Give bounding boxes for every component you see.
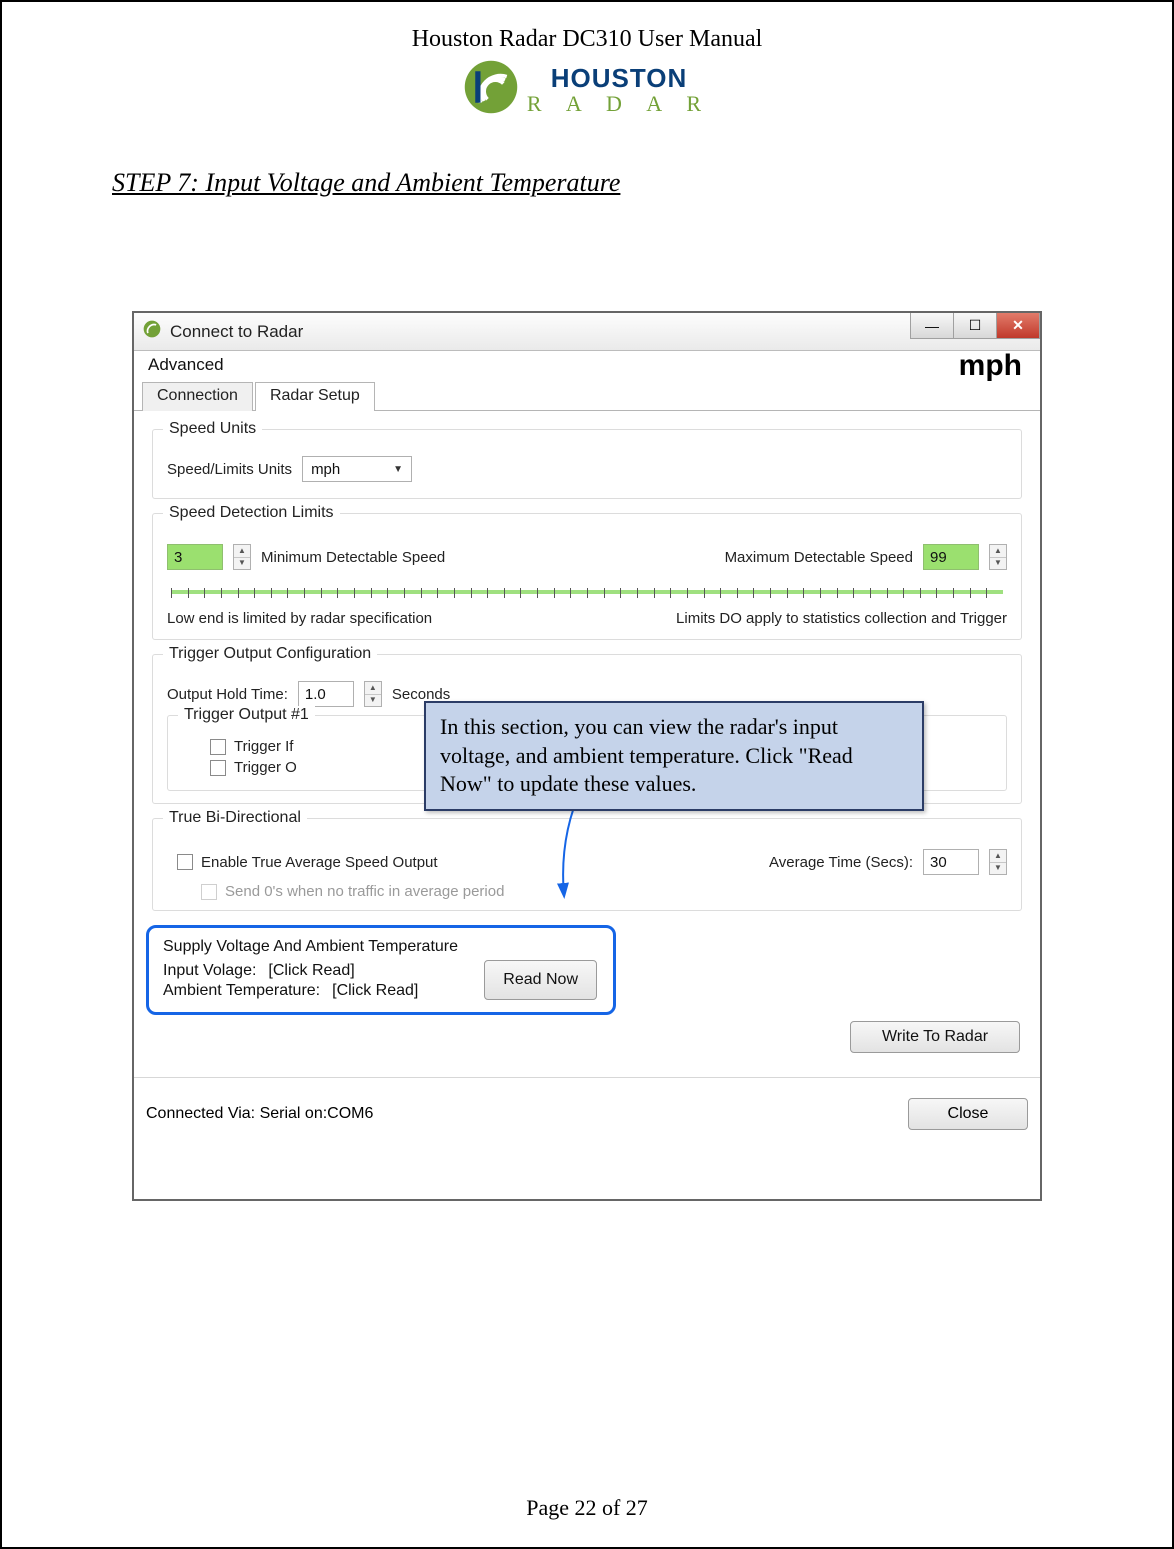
- hold-time-unit: Seconds: [392, 686, 450, 703]
- enable-true-avg-checkbox[interactable]: [177, 854, 193, 870]
- ambient-temp-label: Ambient Temperature:: [163, 982, 320, 1000]
- close-window-button[interactable]: ✕: [996, 313, 1040, 339]
- avg-time-stepper[interactable]: ▲▼: [989, 849, 1007, 875]
- app-window: Connect to Radar — ☐ ✕ Advanced mph Conn…: [132, 311, 1042, 1201]
- document-title: Houston Radar DC310 User Manual: [2, 26, 1172, 53]
- maximize-button[interactable]: ☐: [953, 313, 997, 339]
- maximize-icon: ☐: [969, 317, 982, 334]
- group-title: Trigger Output #1: [178, 706, 315, 724]
- send-zeros-label: Send 0's when no traffic in average peri…: [225, 883, 504, 900]
- radar-logo-icon: [463, 59, 519, 120]
- speed-units-label: Speed/Limits Units: [167, 461, 292, 478]
- max-speed-stepper[interactable]: ▲▼: [989, 544, 1007, 570]
- trigger1-label-b: Trigger O: [234, 759, 297, 776]
- detection-note-left: Low end is limited by radar specificatio…: [167, 610, 432, 627]
- max-speed-input[interactable]: 99: [923, 544, 979, 570]
- chevron-up-icon: ▲: [365, 682, 381, 695]
- speed-units-value: mph: [311, 461, 340, 478]
- min-speed-value: 3: [174, 549, 182, 566]
- avg-time-value: 30: [930, 854, 947, 871]
- supply-group-title: Supply Voltage And Ambient Temperature: [163, 938, 599, 956]
- max-speed-value: 99: [930, 549, 947, 566]
- chevron-up-icon: ▲: [234, 545, 250, 558]
- close-button[interactable]: Close: [908, 1098, 1028, 1130]
- ambient-temp-value: [Click Read]: [332, 982, 418, 1000]
- chevron-down-icon: ▼: [393, 464, 403, 475]
- chevron-down-icon: ▼: [234, 558, 250, 570]
- min-speed-input[interactable]: 3: [167, 544, 223, 570]
- avg-time-label: Average Time (Secs):: [769, 854, 913, 871]
- menu-advanced[interactable]: Advanced: [148, 355, 224, 374]
- step-heading: STEP 7: Input Voltage and Ambient Temper…: [112, 168, 1172, 198]
- detection-note-right: Limits DO apply to statistics collection…: [676, 610, 1007, 627]
- group-title: Speed Units: [163, 420, 262, 438]
- enable-true-avg-label: Enable True Average Speed Output: [201, 854, 438, 871]
- group-title: Speed Detection Limits: [163, 504, 340, 522]
- trigger1-check-b[interactable]: [210, 760, 226, 776]
- chevron-up-icon: ▲: [990, 545, 1006, 558]
- chevron-up-icon: ▲: [990, 850, 1006, 863]
- avg-time-input[interactable]: 30: [923, 849, 979, 875]
- radar-app-icon: [142, 319, 162, 344]
- speed-range-slider[interactable]: [171, 582, 1003, 604]
- units-indicator: mph: [959, 349, 1022, 383]
- chevron-down-icon: ▼: [990, 558, 1006, 570]
- hold-time-value: 1.0: [305, 686, 326, 703]
- input-voltage-value: [Click Read]: [268, 962, 354, 980]
- group-title: Trigger Output Configuration: [163, 645, 377, 663]
- hold-time-stepper[interactable]: ▲▼: [364, 681, 382, 707]
- minimize-icon: —: [925, 318, 939, 334]
- chevron-down-icon: ▼: [365, 695, 381, 707]
- logo: HOUSTON R A D A R: [2, 59, 1172, 120]
- chevron-down-icon: ▼: [990, 863, 1006, 875]
- max-speed-label: Maximum Detectable Speed: [725, 549, 913, 566]
- connection-status: Connected Via: Serial on:COM6: [146, 1105, 373, 1123]
- trigger1-label-a: Trigger If: [234, 738, 293, 755]
- group-speed-units: Speed Units Speed/Limits Units mph ▼: [152, 429, 1022, 499]
- group-supply-voltage-temperature: Supply Voltage And Ambient Temperature I…: [146, 925, 616, 1015]
- titlebar: Connect to Radar — ☐ ✕: [134, 313, 1040, 351]
- write-to-radar-button[interactable]: Write To Radar: [850, 1021, 1020, 1053]
- input-voltage-label: Input Volage:: [163, 962, 256, 980]
- hold-time-input[interactable]: 1.0: [298, 681, 354, 707]
- group-title: True Bi-Directional: [163, 809, 307, 827]
- page-number: Page 22 of 27: [2, 1495, 1172, 1521]
- send-zeros-checkbox: [201, 884, 217, 900]
- trigger1-check-a[interactable]: [210, 739, 226, 755]
- min-speed-stepper[interactable]: ▲▼: [233, 544, 251, 570]
- tab-radar-setup[interactable]: Radar Setup: [255, 382, 375, 411]
- min-speed-label: Minimum Detectable Speed: [261, 549, 445, 566]
- minimize-button[interactable]: —: [910, 313, 954, 339]
- read-now-button[interactable]: Read Now: [484, 960, 597, 1000]
- hold-time-label: Output Hold Time:: [167, 686, 288, 703]
- tab-connection[interactable]: Connection: [142, 382, 253, 411]
- annotation-callout: In this section, you can view the radar'…: [424, 701, 924, 811]
- speed-units-select[interactable]: mph ▼: [302, 456, 412, 482]
- logo-text-bottom: R A D A R: [527, 93, 711, 115]
- logo-text-top: HOUSTON: [527, 65, 711, 91]
- group-speed-detection-limits: Speed Detection Limits 3 ▲▼ Minimum Dete…: [152, 513, 1022, 640]
- window-title: Connect to Radar: [170, 322, 303, 342]
- close-icon: ✕: [1012, 317, 1024, 334]
